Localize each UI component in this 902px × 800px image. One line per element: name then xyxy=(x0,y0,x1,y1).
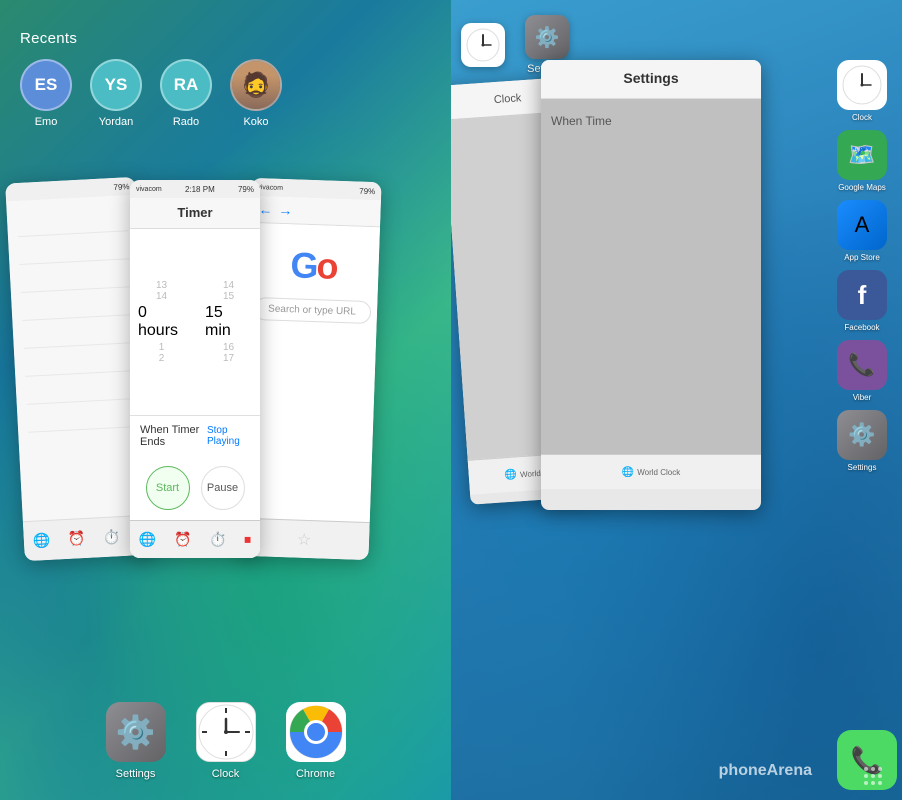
hours-picker[interactable]: 13 14 0 hours 1 2 xyxy=(138,280,185,364)
settings-dock-icon: ⚙️ xyxy=(106,702,166,762)
settings-card-body: When Time xyxy=(541,99,761,454)
card2-title: Timer xyxy=(177,205,212,220)
sidebar-settings-icon: ⚙️ xyxy=(837,410,887,460)
avatar-koko-face: 🧔 xyxy=(232,61,280,109)
when-timer-ends-row[interactable]: When Timer Ends Stop Playing xyxy=(130,415,260,456)
dot xyxy=(878,767,882,771)
right-sidebar-icons: Clock 🗺️ Google Maps A App Store f Faceb… xyxy=(822,60,902,472)
dot xyxy=(864,781,868,785)
clock-face-svg xyxy=(197,703,255,761)
sidebar-facebook-label: Facebook xyxy=(844,323,879,332)
pause-button[interactable]: Pause xyxy=(201,466,245,510)
timer-picker[interactable]: 13 14 0 hours 1 2 14 15 15 min 16 xyxy=(130,229,260,415)
sidebar-viber-label: Viber xyxy=(853,393,872,402)
forward-button[interactable]: → xyxy=(278,202,293,218)
sidebar-facebook[interactable]: f Facebook xyxy=(830,270,894,332)
sidebar-clock[interactable]: Clock xyxy=(830,60,894,122)
dot xyxy=(864,767,868,771)
avatar-rado[interactable]: RA Rado xyxy=(160,59,212,128)
recents-section: Recents ES Emo YS Yordan RA Rado xyxy=(20,30,431,128)
url-bar[interactable]: Search or type URL xyxy=(253,297,371,324)
settings-dock-label: Settings xyxy=(116,768,156,780)
chrome-dock-icon xyxy=(286,702,346,762)
card2-screen: Timer 13 14 0 hours 1 2 xyxy=(130,198,260,558)
app-cards-container: 79% 🌐 ⏰ xyxy=(0,180,451,558)
back-button[interactable]: ← xyxy=(258,201,273,217)
timer-buttons: Start Pause xyxy=(130,456,260,520)
card2-tabbar: 🌐 ⏰ ⏱️ ⏹ xyxy=(130,520,260,558)
avatar-es-circle: ES xyxy=(20,59,72,111)
avatar-emo-label: Emo xyxy=(35,116,58,128)
left-dock: ⚙️ Settings xyxy=(0,702,451,780)
avatar-yordan[interactable]: YS Yordan xyxy=(90,59,142,128)
settings-card-title: Settings xyxy=(623,70,678,86)
app-switcher-cards: Clock 🌐 World Clock Settings When Time 🌐… xyxy=(461,60,822,720)
avatar-emo[interactable]: ES Emo xyxy=(20,59,72,128)
card2-header: Timer xyxy=(130,198,260,229)
sidebar-appstore-label: App Store xyxy=(844,253,880,262)
recents-avatars: ES Emo YS Yordan RA Rado 🧔 Koko xyxy=(20,59,431,128)
sidebar-facebook-icon: f xyxy=(837,270,887,320)
avatar-koko-label: Koko xyxy=(243,116,268,128)
phonearena-watermark: phoneArena xyxy=(719,762,812,780)
recents-label: Recents xyxy=(20,30,431,47)
avatar-koko-photo: 🧔 xyxy=(230,59,282,111)
dot xyxy=(864,774,868,778)
sidebar-clock-icon xyxy=(837,60,887,110)
start-button[interactable]: Start xyxy=(146,466,190,510)
card2-content: Timer 13 14 0 hours 1 2 xyxy=(130,198,260,558)
card1-row xyxy=(27,399,138,433)
when-timer-text: When Time xyxy=(551,109,751,133)
clock-dock-icon xyxy=(196,702,256,762)
avatar-rado-label: Rado xyxy=(173,116,199,128)
left-panel: Recents ES Emo YS Yordan RA Rado xyxy=(0,0,451,800)
avatar-yordan-label: Yordan xyxy=(99,116,133,128)
switcher-settings-icon: ⚙️ xyxy=(525,15,569,59)
sidebar-maps[interactable]: 🗺️ Google Maps xyxy=(830,130,894,192)
sidebar-maps-icon: 🗺️ xyxy=(837,130,887,180)
mins-picker[interactable]: 14 15 15 min 16 17 xyxy=(205,280,252,364)
chrome-icon-svg xyxy=(286,702,346,762)
dock-clock[interactable]: Clock xyxy=(196,702,256,780)
sidebar-clock-svg xyxy=(841,64,883,106)
avatar-ra-circle: RA xyxy=(160,59,212,111)
card2-statusbar: vivacom 2:18 PM 79% xyxy=(130,180,260,198)
sidebar-appstore-icon: A xyxy=(837,200,887,250)
switcher-clock-svg xyxy=(465,27,501,63)
sidebar-viber[interactable]: 📞 Viber xyxy=(830,340,894,402)
right-panel: ⚙️ Settings Clock 🌐 World Clock Settings xyxy=(451,0,902,800)
dot xyxy=(871,781,875,785)
sidebar-appstore[interactable]: A App Store xyxy=(830,200,894,262)
stop-playing-button[interactable]: Stop Playing xyxy=(207,425,250,447)
sidebar-viber-icon: 📞 xyxy=(837,340,887,390)
dock-settings[interactable]: ⚙️ Settings xyxy=(106,702,166,780)
chrome-body: Go Search or type URL xyxy=(240,223,380,522)
dot xyxy=(878,774,882,778)
clock-dock-label: Clock xyxy=(212,768,240,780)
dot xyxy=(871,774,875,778)
avatar-ys-circle: YS xyxy=(90,59,142,111)
sidebar-clock-label: Clock xyxy=(852,113,872,122)
bookmark-icon: ☆ xyxy=(297,529,312,549)
dot xyxy=(871,767,875,771)
dot xyxy=(878,781,882,785)
avatar-koko[interactable]: 🧔 Koko xyxy=(230,59,282,128)
google-logo: Go xyxy=(290,244,337,288)
bottom-dots xyxy=(864,767,882,785)
sidebar-maps-label: Google Maps xyxy=(838,183,886,192)
when-timer-ends-label: When Timer Ends xyxy=(140,424,207,448)
chrome-dock-label: Chrome xyxy=(296,768,335,780)
sidebar-settings[interactable]: ⚙️ Settings xyxy=(830,410,894,472)
dock-chrome[interactable]: Chrome xyxy=(286,702,346,780)
sidebar-settings-label: Settings xyxy=(848,463,877,472)
app-card-timer[interactable]: vivacom 2:18 PM 79% Timer 13 14 0 hours xyxy=(130,180,260,558)
settings-card-header: Settings xyxy=(541,60,761,99)
switcher-settings-card[interactable]: Settings When Time 🌐 World Clock xyxy=(541,60,761,510)
